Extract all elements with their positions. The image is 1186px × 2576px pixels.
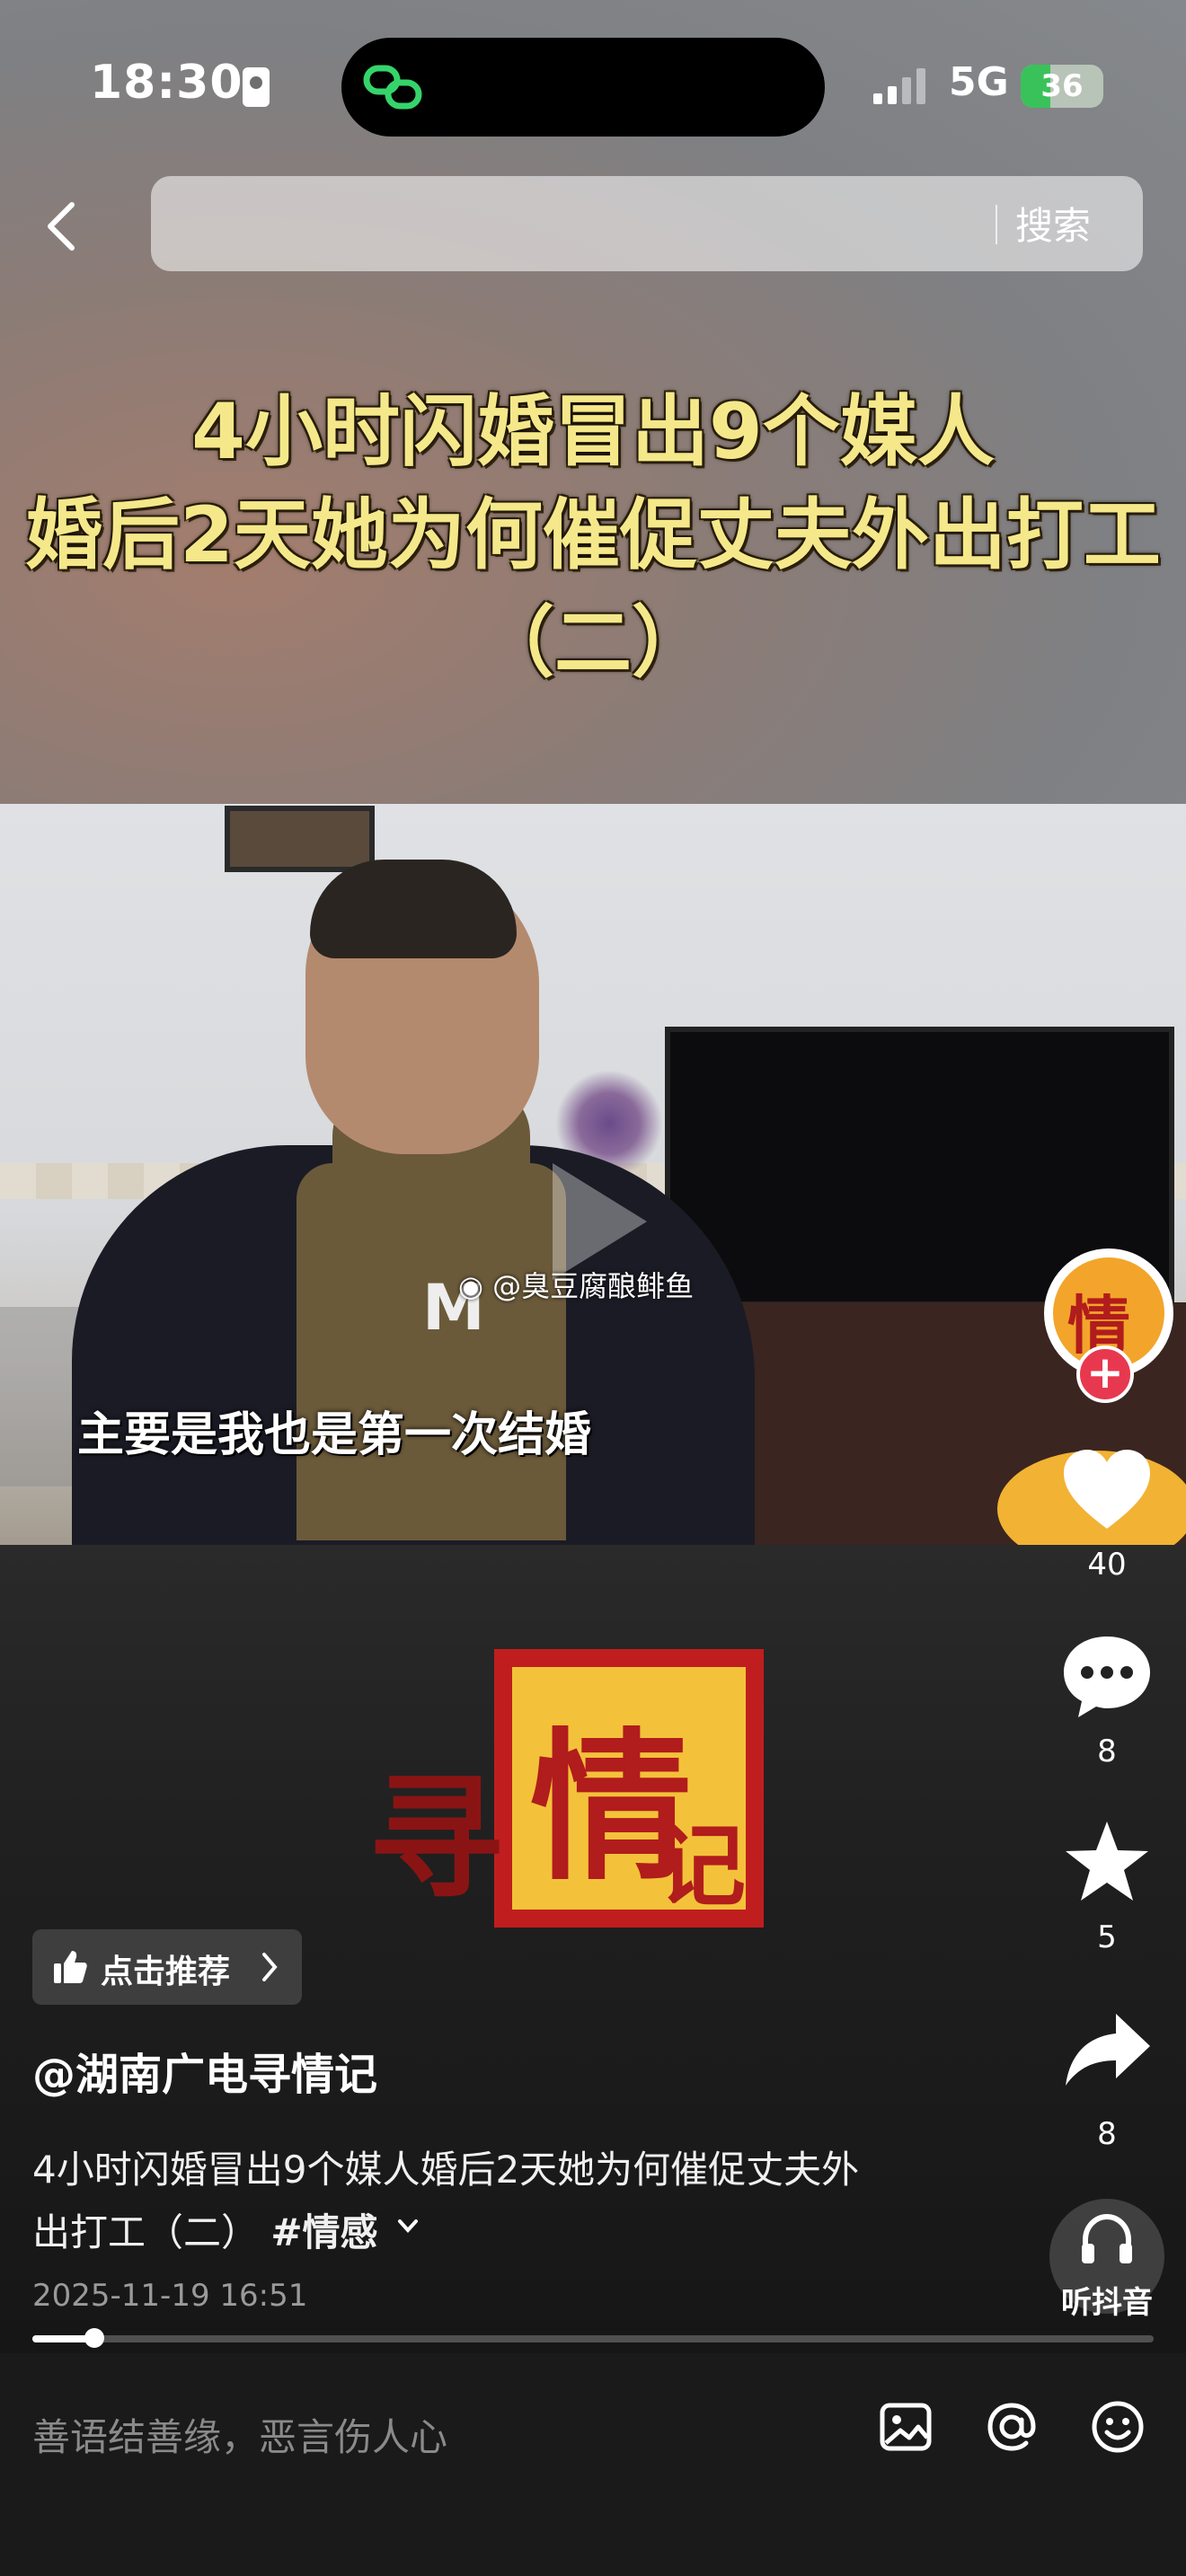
wall-picture [225, 806, 375, 872]
video-title-line-3: （二） [477, 598, 709, 688]
chevron-right-icon [262, 1953, 278, 1981]
search-divider [996, 205, 997, 244]
network-type: 5G [949, 59, 1009, 105]
progress-knob[interactable] [84, 2328, 104, 2348]
battery-indicator: 36 [1021, 65, 1103, 108]
person-hair [310, 860, 517, 958]
like-count: 40 [1087, 1547, 1127, 1583]
video-watermark: ◉ @臭豆腐酿鲱鱼 [458, 1264, 694, 1305]
description-text: 出打工（二） [32, 2210, 271, 2254]
contact-card-icon [243, 67, 270, 107]
follow-button[interactable]: + [1076, 1345, 1134, 1403]
favorite-count: 5 [1097, 1919, 1117, 1955]
image-icon[interactable] [877, 2398, 934, 2456]
watermark-text: @臭豆腐酿鲱鱼 [492, 1269, 695, 1303]
comment-count: 8 [1097, 1734, 1117, 1769]
at-icon[interactable] [983, 2398, 1040, 2456]
chevron-down-icon[interactable] [395, 2215, 420, 2236]
video-title-line-1: 4小时闪婚冒出9个媒人 [191, 387, 995, 477]
emoji-icon[interactable] [1089, 2398, 1146, 2456]
thumbs-up-icon [54, 1951, 87, 1983]
link-rings-icon [363, 65, 422, 110]
progress-track[interactable] [32, 2335, 1154, 2342]
description-line-1: 4小时闪婚冒出9个媒人婚后2天她为何催促丈夫外 [32, 2148, 860, 2192]
comment-bar [0, 2353, 1186, 2576]
listen-label: 听抖音 [1061, 2285, 1153, 2321]
comment-input[interactable]: 善语结善缘，恶言伤人心 [32, 2407, 447, 2462]
status-time: 18:30 [90, 56, 243, 110]
post-date: 2025-11-19 16:51 [32, 2278, 308, 2314]
video-frame[interactable]: M ◉ @臭豆腐酿鲱鱼 主要是我也是第一次结婚 [0, 804, 1186, 1545]
search-input[interactable] [151, 176, 1143, 271]
share-count: 8 [1097, 2116, 1117, 2152]
headphones-icon [1082, 2213, 1132, 2263]
chevron-left-icon[interactable] [40, 199, 84, 253]
weibo-icon: ◉ [458, 1269, 483, 1303]
hashtag-link[interactable]: #情感 [270, 2210, 377, 2254]
description-line-2: 出打工（二） #情感 [32, 2202, 378, 2257]
logo-char-3: 记 [656, 1813, 746, 1919]
battery-level: 36 [1040, 68, 1084, 104]
share-arrow-icon[interactable] [1060, 2008, 1154, 2095]
video-title-line-2: 婚后2天她为何催促丈夫外出打工 [25, 490, 1161, 580]
chat-bubble-icon[interactable] [1060, 1633, 1154, 1719]
heart-icon[interactable] [1060, 1448, 1154, 1534]
search-button[interactable]: 搜索 [1015, 196, 1091, 251]
video-subtitle: 主要是我也是第一次结婚 [77, 1408, 592, 1462]
star-icon[interactable] [1060, 1818, 1154, 1904]
recommend-label: 点击推荐 [101, 1954, 231, 1990]
show-logo: 寻 情 记 [368, 1649, 773, 1936]
signal-icon [873, 68, 925, 104]
author-name[interactable]: @湖南广电寻情记 [32, 2039, 377, 2102]
logo-char-1: 寻 [368, 1761, 504, 1918]
